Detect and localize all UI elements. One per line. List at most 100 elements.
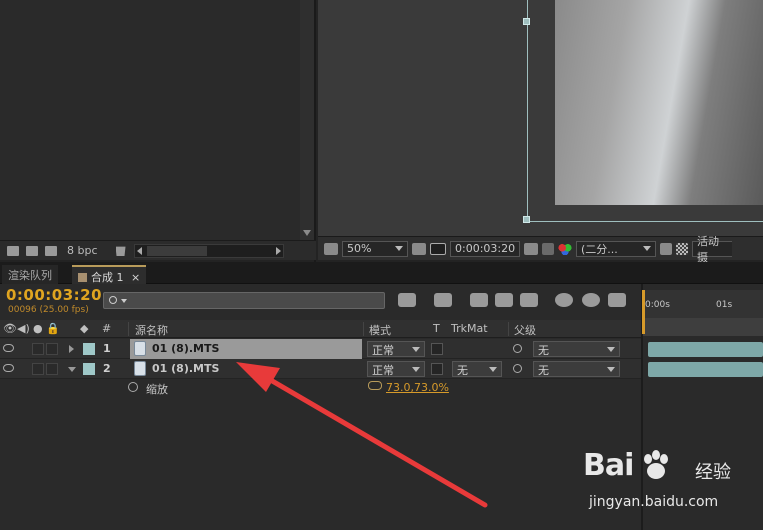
preserve-transparency-checkbox[interactable]: [431, 343, 443, 355]
scroll-thumb[interactable]: [146, 245, 207, 256]
parent-dropdown[interactable]: 无: [533, 361, 620, 377]
chevron-down-icon[interactable]: [68, 367, 76, 372]
project-footer-toolbar: 8 bpc: [0, 240, 316, 260]
show-channel-icon[interactable]: [542, 242, 554, 255]
layer-bounding-box[interactable]: [527, 0, 763, 222]
work-area-bar[interactable]: [643, 318, 763, 336]
trash-icon[interactable]: [115, 246, 126, 256]
close-icon[interactable]: ×: [131, 271, 140, 284]
lock-header-icon[interactable]: 🔒: [46, 322, 60, 335]
av-features-header-icon[interactable]: 👁: [3, 322, 17, 335]
scale-value[interactable]: 73.0,73.0%: [386, 381, 449, 394]
draft-3d-icon[interactable]: [434, 293, 452, 307]
trkmat-column-header[interactable]: TrkMat: [451, 322, 488, 335]
transform-handle[interactable]: [523, 216, 530, 223]
chevron-down-icon: [607, 347, 615, 352]
motion-blur-icon[interactable]: [520, 293, 538, 307]
scroll-down-arrow-icon[interactable]: [303, 230, 311, 236]
source-name-column-header[interactable]: 源名称: [135, 322, 168, 338]
property-name: 缩放: [146, 383, 168, 396]
project-item-list[interactable]: [0, 0, 300, 240]
fit-frame-icon[interactable]: [412, 242, 426, 255]
chevron-down-icon: [489, 367, 497, 372]
layer-number: 2: [103, 362, 111, 375]
mode-column-header[interactable]: 模式: [369, 322, 391, 338]
track-matte-dropdown[interactable]: 无: [452, 361, 502, 377]
tab-render-queue[interactable]: 渲染队列: [2, 265, 58, 284]
new-folder-icon[interactable]: [26, 245, 38, 256]
chevron-down-icon[interactable]: [121, 299, 127, 303]
layer-name-cell[interactable]: 01 (8).MTS: [130, 339, 362, 359]
solo-header-icon[interactable]: ●: [33, 322, 43, 335]
footage-file-icon: [134, 341, 146, 356]
column-divider[interactable]: [508, 322, 509, 336]
panel-tab-bar: 渲染队列 合成 1 ×: [0, 262, 763, 284]
scroll-right-arrow-icon[interactable]: [275, 246, 281, 255]
frame-rate-info: 00096 (25.00 fps): [8, 305, 89, 315]
lock-switch[interactable]: [46, 363, 58, 375]
parent-pickwhip-icon[interactable]: [513, 344, 522, 353]
camera-icon[interactable]: [524, 242, 538, 255]
layer-label-color[interactable]: [83, 363, 95, 375]
eye-icon[interactable]: [3, 344, 14, 352]
parent-dropdown[interactable]: 无: [533, 341, 620, 357]
bit-depth-button[interactable]: 8 bpc: [67, 244, 98, 257]
stopwatch-icon[interactable]: [128, 382, 138, 392]
toggle-transparency-icon[interactable]: [676, 242, 688, 255]
watermark-url: jingyan.baidu.com: [589, 494, 719, 510]
chevron-right-icon[interactable]: [69, 345, 74, 353]
scale-property-row[interactable]: 缩放 73.0,73.0%: [0, 379, 641, 397]
layer-duration-bar[interactable]: [648, 342, 763, 357]
transform-handle[interactable]: [523, 18, 530, 25]
solo-switch[interactable]: [32, 363, 44, 375]
current-time-display[interactable]: 0:00:03:20: [450, 240, 520, 257]
eye-icon[interactable]: [3, 364, 14, 372]
parent-pickwhip-icon[interactable]: [513, 364, 522, 373]
interpret-footage-icon[interactable]: [7, 245, 19, 256]
layer-row[interactable]: 1 01 (8).MTS 正常 无: [0, 339, 641, 359]
parent-column-header[interactable]: 父级: [514, 322, 536, 338]
layer-search-input[interactable]: [103, 292, 385, 309]
active-camera-dropdown[interactable]: 活动摄: [692, 235, 732, 264]
always-preview-icon[interactable]: [324, 242, 338, 255]
project-horizontal-scrollbar[interactable]: [133, 243, 284, 258]
chevron-down-icon: [643, 246, 651, 251]
region-of-interest-icon[interactable]: [660, 242, 672, 255]
shy-layers-icon[interactable]: [470, 293, 488, 307]
preserve-transparency-checkbox[interactable]: [431, 363, 443, 375]
column-divider[interactable]: [363, 322, 364, 336]
auto-keyframe-icon[interactable]: [582, 293, 600, 307]
project-vertical-scrollbar[interactable]: [300, 0, 314, 240]
lock-switch[interactable]: [46, 343, 58, 355]
layer-row[interactable]: 2 01 (8).MTS 正常 无 无: [0, 359, 641, 379]
scroll-left-arrow-icon[interactable]: [136, 246, 142, 255]
solo-switch[interactable]: [32, 343, 44, 355]
watermark-chinese-text: 经验: [695, 462, 731, 483]
blend-mode-dropdown[interactable]: 正常: [367, 341, 425, 357]
number-column-header[interactable]: #: [102, 322, 111, 335]
track-matte-value: 无: [457, 364, 468, 377]
magnification-dropdown[interactable]: 50%: [342, 240, 408, 257]
graph-editor-icon[interactable]: [608, 293, 626, 307]
comp-mini-flowchart-icon[interactable]: [398, 293, 416, 307]
label-header-icon[interactable]: ◆: [80, 322, 88, 335]
layer-name-cell[interactable]: 01 (8).MTS: [130, 359, 362, 379]
t-column-header[interactable]: T: [433, 322, 440, 335]
column-divider[interactable]: [128, 322, 129, 336]
layer-label-color[interactable]: [83, 343, 95, 355]
frame-blending-icon[interactable]: [495, 293, 513, 307]
brainstorm-icon[interactable]: [555, 293, 573, 307]
ruler-tick-label: 01s: [716, 300, 733, 310]
active-camera-value: 活动摄: [697, 234, 719, 264]
resolution-dropdown[interactable]: (二分...: [576, 240, 656, 257]
new-composition-icon[interactable]: [45, 245, 57, 256]
constrain-proportions-icon[interactable]: [368, 381, 382, 390]
layer-duration-bar[interactable]: [648, 362, 763, 377]
blend-mode-dropdown[interactable]: 正常: [367, 361, 425, 377]
audio-header-icon[interactable]: ◀): [17, 322, 30, 335]
transparency-grid-icon[interactable]: [430, 242, 446, 255]
tab-composition[interactable]: 合成 1 ×: [72, 265, 147, 284]
current-time-timecode[interactable]: 0:00:03:20: [6, 286, 102, 304]
current-time-indicator[interactable]: [642, 290, 645, 334]
color-channels-icon[interactable]: [558, 242, 572, 255]
